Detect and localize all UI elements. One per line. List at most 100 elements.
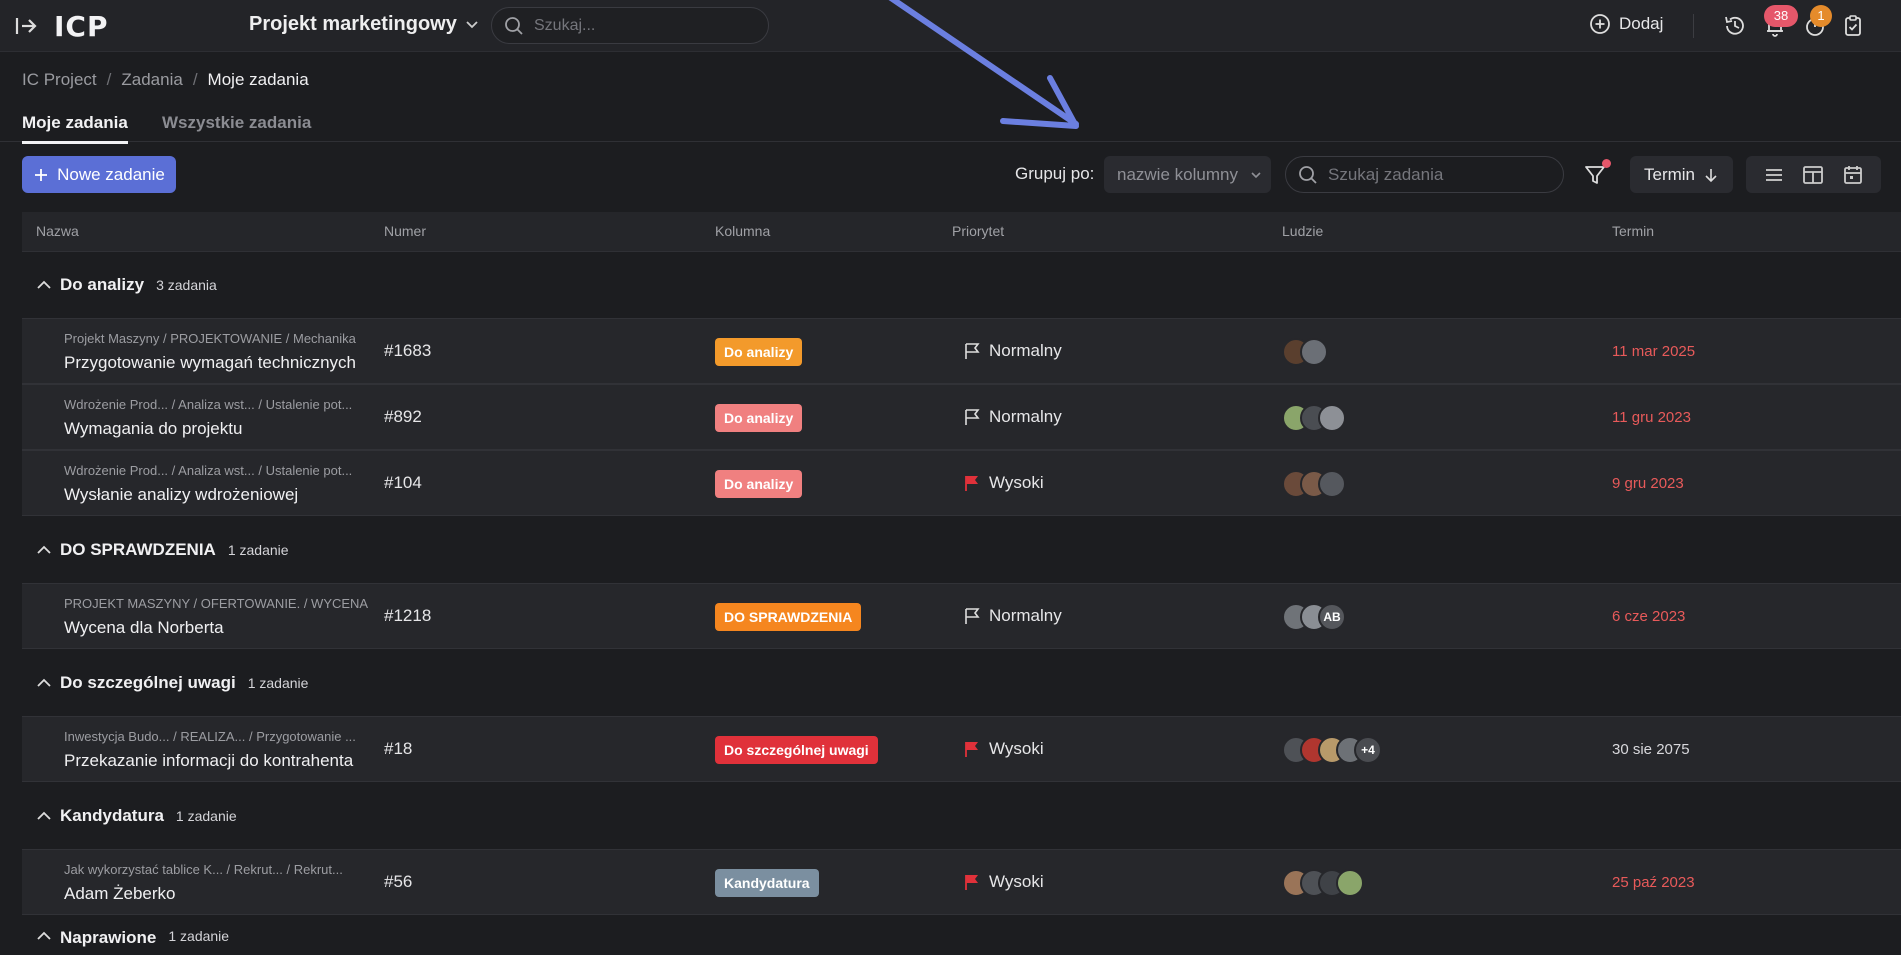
breadcrumb-separator: / — [192, 70, 198, 89]
view-switcher — [1746, 156, 1881, 193]
group-header[interactable]: Do szczególnej uwagi 1 zadanie — [22, 650, 1901, 716]
calendar-view-icon[interactable] — [1840, 162, 1866, 188]
task-search[interactable] — [1285, 156, 1564, 193]
tab-all-tasks[interactable]: Wszystkie zadania — [162, 113, 311, 141]
task-name[interactable]: Wysłanie analizy wdrożeniowej — [64, 485, 298, 505]
people[interactable]: +4 — [1282, 736, 1382, 764]
table-row[interactable]: Wdrożenie Prod... / Analiza wst... / Ust… — [22, 450, 1901, 516]
column-header-priority[interactable]: Priorytet — [952, 223, 1004, 239]
group-count: 3 zadania — [156, 277, 217, 293]
column-header-people[interactable]: Ludzie — [1282, 223, 1323, 239]
history-icon[interactable] — [1722, 13, 1748, 39]
table-row[interactable]: Wdrożenie Prod... / Analiza wst... / Ust… — [22, 384, 1901, 450]
group-header[interactable]: Naprawione 1 zadanie — [22, 916, 1901, 955]
group-name: Do szczególnej uwagi — [60, 673, 236, 692]
task-number: #1683 — [384, 341, 432, 360]
task-path: Projekt Maszyny / PROJEKTOWANIE / Mechan… — [64, 331, 356, 346]
table-row[interactable]: PROJEKT MASZYNY / OFERTOWANIE. / WYCENA … — [22, 583, 1901, 649]
sort-label: Termin — [1643, 164, 1695, 184]
people[interactable] — [1282, 470, 1346, 498]
task-path: PROJEKT MASZYNY / OFERTOWANIE. / WYCENA — [64, 596, 369, 611]
plus-circle-icon — [1590, 14, 1610, 34]
priority: Normalny — [964, 407, 1062, 427]
project-name: Projekt marketingowy — [249, 13, 457, 35]
tab-my-tasks[interactable]: Moje zadania — [22, 113, 128, 144]
board-view-icon[interactable] — [1800, 162, 1826, 188]
people[interactable] — [1282, 869, 1364, 897]
group-header[interactable]: DO SPRAWDZENIA 1 zadanie — [22, 517, 1901, 583]
group-name: DO SPRAWDZENIA — [60, 540, 216, 559]
global-search[interactable] — [491, 7, 769, 44]
priority-label: Normalny — [989, 341, 1062, 360]
table-row[interactable]: Projekt Maszyny / PROJEKTOWANIE / Mechan… — [22, 318, 1901, 384]
avatar — [1336, 869, 1364, 897]
chevron-down-icon — [1251, 171, 1261, 178]
new-task-button[interactable]: Nowe zadanie — [22, 156, 176, 193]
group-by-label: Grupuj po: — [1015, 164, 1095, 183]
due-date: 11 gru 2023 — [1612, 409, 1691, 426]
task-name[interactable]: Wycena dla Norberta — [64, 618, 224, 638]
collapse-sidebar-icon[interactable] — [14, 13, 40, 39]
clipboard-check-icon[interactable] — [1840, 13, 1866, 39]
flag-filled-icon — [965, 742, 978, 757]
column-header-number[interactable]: Numer — [384, 223, 426, 239]
people[interactable]: AB — [1282, 603, 1346, 631]
table-row[interactable]: Inwestycja Budo... / REALIZA... / Przygo… — [22, 716, 1901, 782]
group-by-select[interactable]: nazwie kolumny — [1104, 156, 1271, 193]
app-logo[interactable]: ICP — [54, 10, 109, 43]
group-count: 1 zadanie — [227, 542, 289, 558]
group-by-value: nazwie kolumny — [1117, 164, 1238, 184]
flag-outline-icon — [965, 343, 980, 359]
column-header-column[interactable]: Kolumna — [715, 223, 770, 239]
column-header-name[interactable]: Nazwa — [36, 223, 79, 239]
priority: Wysoki — [964, 872, 1044, 892]
breadcrumb-item-current: Moje zadania — [207, 70, 309, 89]
avatar-initials: AB — [1318, 603, 1346, 631]
priority: Wysoki — [964, 473, 1044, 493]
group-name: Do analizy — [60, 275, 145, 294]
priority-label: Wysoki — [989, 473, 1044, 492]
task-path: Wdrożenie Prod... / Analiza wst... / Ust… — [64, 463, 353, 478]
breadcrumb-separator: / — [106, 70, 112, 89]
task-name[interactable]: Przygotowanie wymagań technicznych — [64, 353, 356, 373]
task-name[interactable]: Adam Żeberko — [64, 884, 176, 904]
table-header: Nazwa Numer Kolumna Priorytet Ludzie Ter… — [22, 212, 1901, 252]
due-date: 25 paź 2023 — [1612, 874, 1695, 891]
people[interactable] — [1282, 338, 1328, 366]
table-row[interactable]: Jak wykorzystać tablice K... / Rekrut...… — [22, 849, 1901, 915]
group-header[interactable]: Kandydatura 1 zadanie — [22, 783, 1901, 849]
group-header[interactable]: Do analizy 3 zadania — [22, 252, 1901, 318]
breadcrumb-item-zadania[interactable]: Zadania — [121, 70, 182, 90]
task-search-input[interactable] — [1328, 164, 1548, 185]
avatar — [1318, 404, 1346, 432]
task-number: #892 — [384, 407, 422, 426]
task-name[interactable]: Wymagania do projektu — [64, 419, 242, 439]
column-header-due[interactable]: Termin — [1612, 223, 1654, 239]
tabs: Moje zadania Wszystkie zadania — [0, 108, 1901, 144]
group-count: 1 zadanie — [168, 928, 230, 944]
project-selector[interactable]: Projekt marketingowy — [249, 13, 479, 36]
priority: Wysoki — [964, 739, 1044, 759]
column-badge: DO SPRAWDZENIA — [715, 603, 862, 631]
flag-outline-icon — [965, 608, 980, 624]
task-name[interactable]: Przekazanie informacji do kontrahenta — [64, 751, 353, 771]
task-path: Wdrożenie Prod... / Analiza wst... / Ust… — [64, 397, 353, 412]
new-task-label: Nowe zadanie — [57, 164, 165, 184]
due-date: 9 gru 2023 — [1612, 475, 1684, 492]
task-path: Jak wykorzystać tablice K... / Rekrut...… — [64, 862, 343, 877]
task-number: #104 — [384, 473, 422, 492]
breadcrumb-item-ic-project[interactable]: IC Project — [22, 70, 97, 90]
chevron-up-icon — [37, 811, 51, 820]
divider — [1693, 14, 1694, 38]
priority: Normalny — [964, 606, 1062, 626]
task-number: #56 — [384, 872, 413, 891]
search-icon — [1299, 165, 1317, 184]
people[interactable] — [1282, 404, 1346, 432]
column-badge: Kandydatura — [715, 869, 819, 897]
add-button[interactable]: Dodaj — [1589, 13, 1663, 35]
plus-icon — [35, 168, 48, 181]
list-view-icon[interactable] — [1761, 162, 1787, 188]
global-search-input[interactable] — [534, 16, 734, 35]
sort-button[interactable]: Termin — [1630, 156, 1733, 193]
group-count: 1 zadanie — [247, 675, 309, 691]
